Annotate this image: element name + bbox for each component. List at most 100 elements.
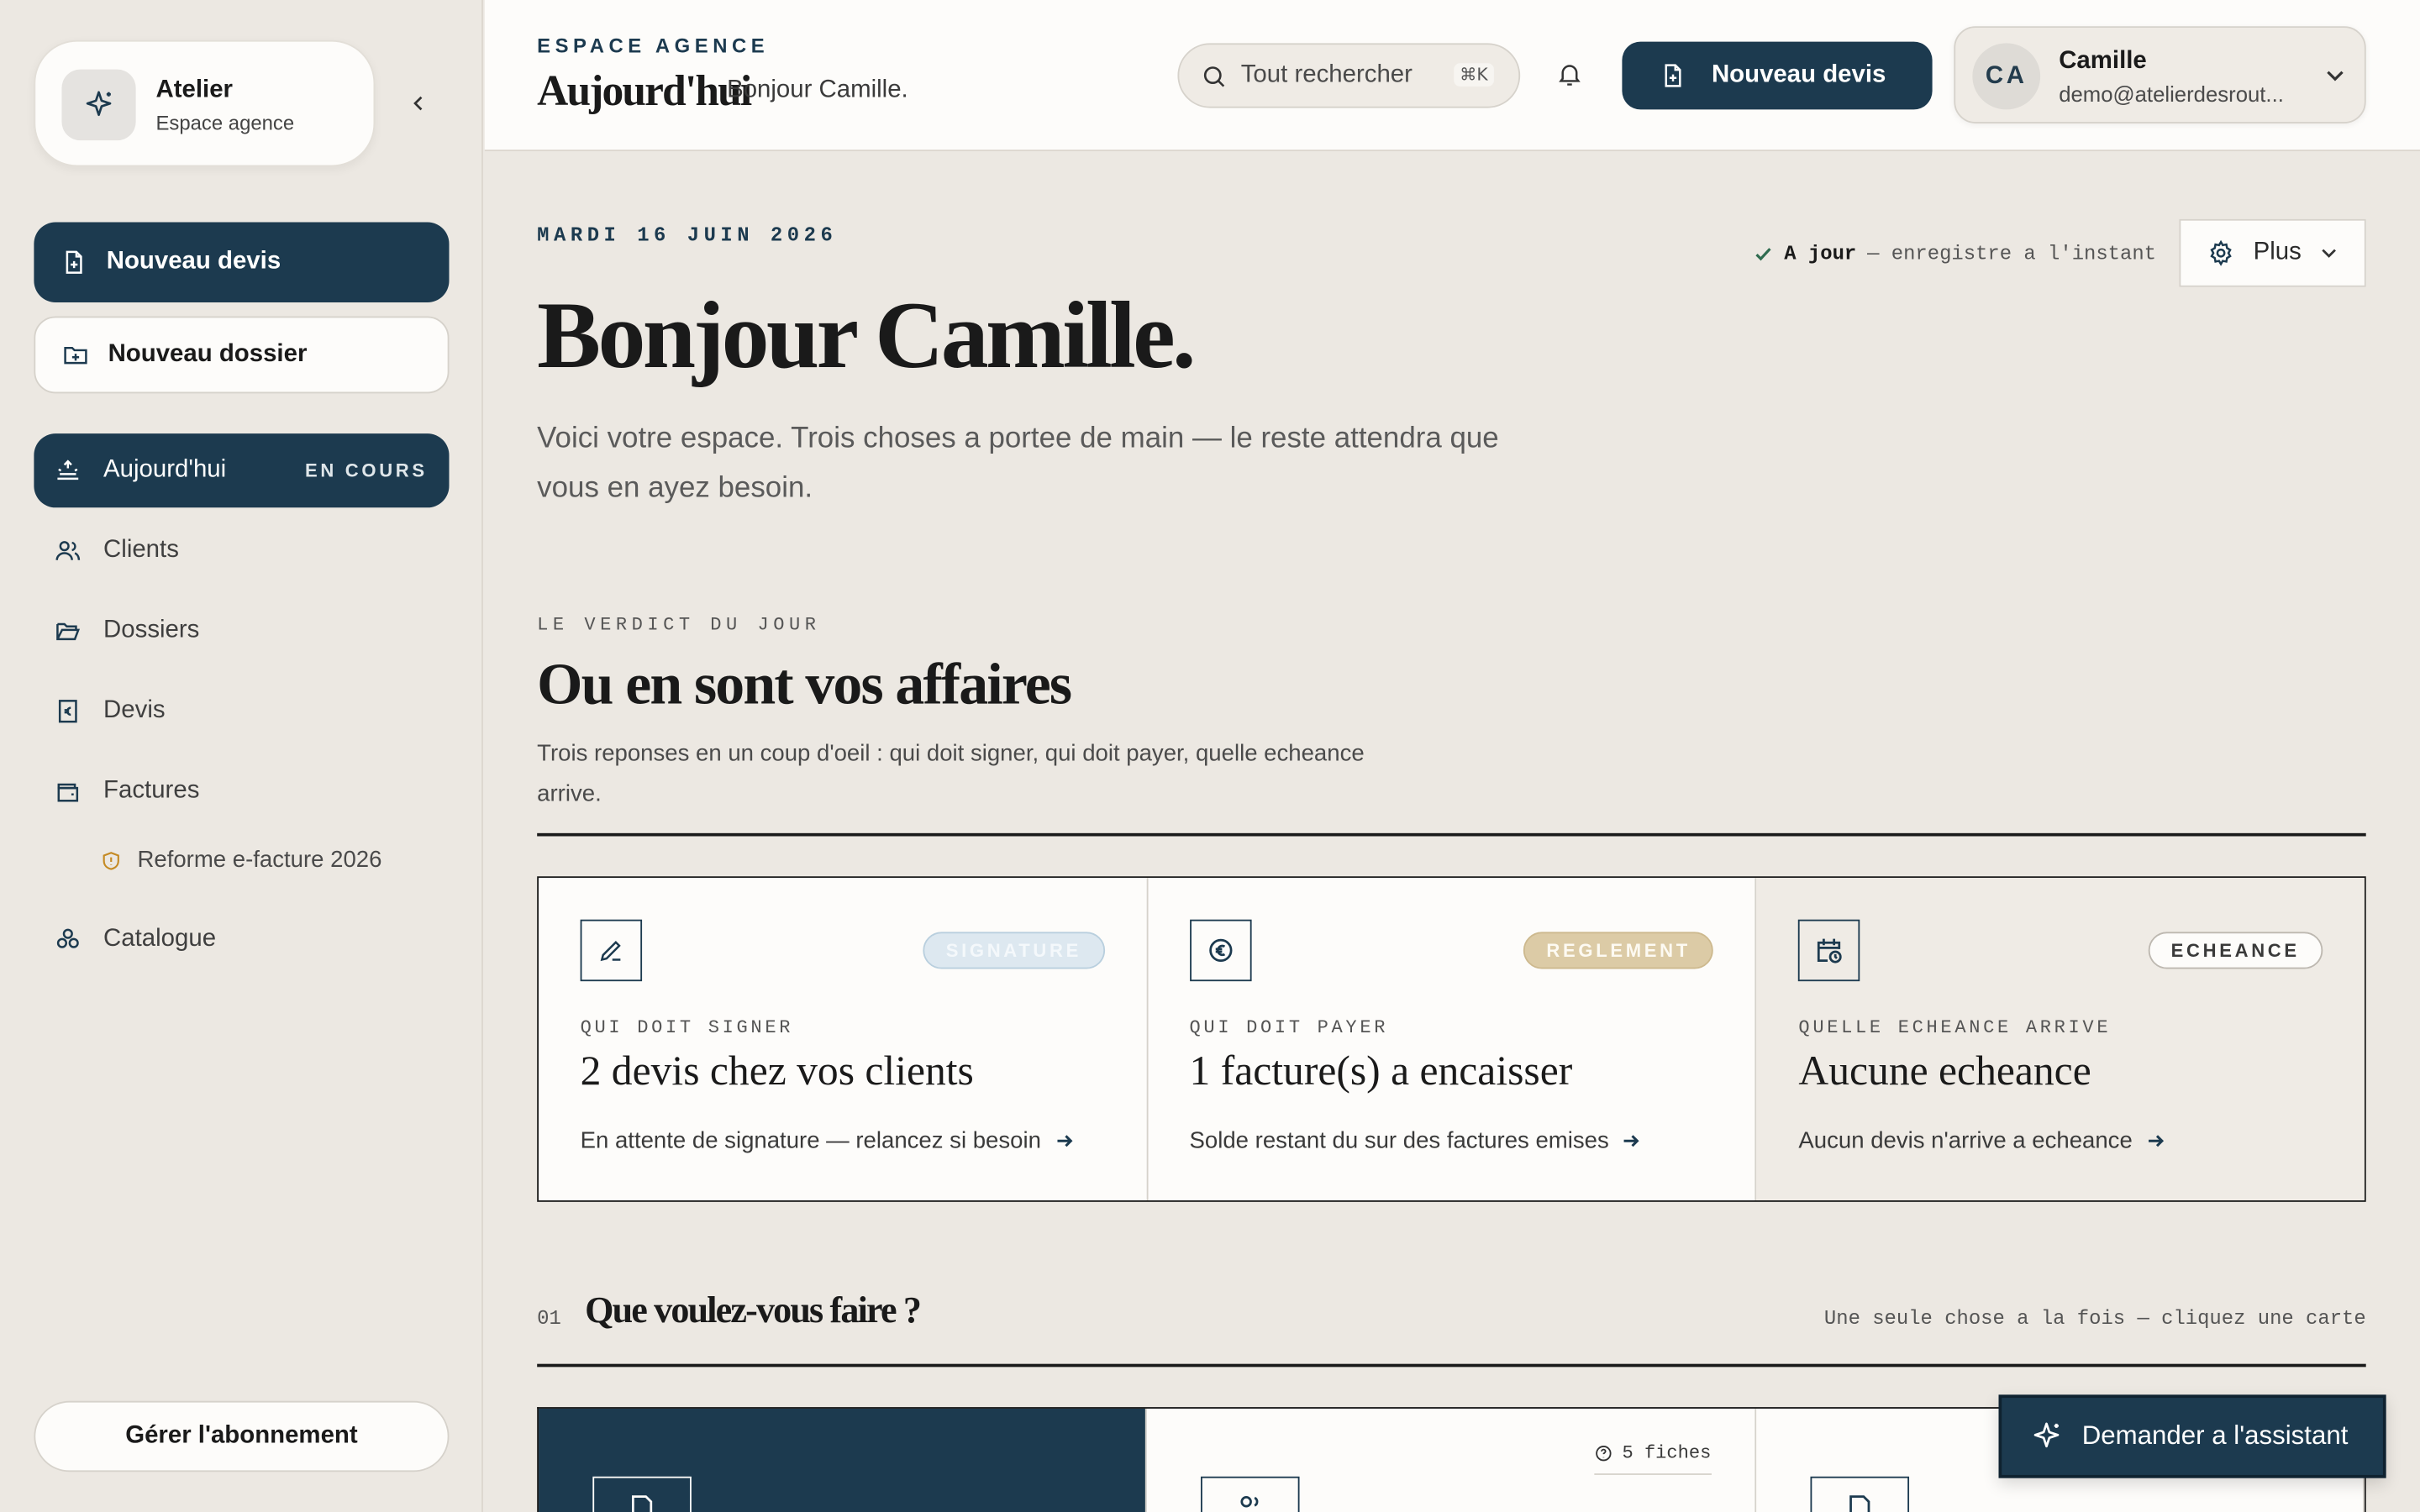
card-link[interactable]: En attente de signature — relancez si be…	[581, 1128, 1074, 1154]
euro-coin-icon	[1189, 919, 1251, 982]
card-link-label: Solde restant du sur des factures emises	[1189, 1127, 1609, 1154]
main-content: MARDI 16 JUIN 2026 A jour — enregistre a…	[485, 153, 2420, 1512]
pen-icon	[580, 919, 643, 982]
topbar: ESPACE AGENCE Aujourd'hui Bonjour Camill…	[484, 0, 2420, 152]
sidebar-item-folders[interactable]: Dossiers	[34, 594, 449, 668]
more-button[interactable]: Plus	[2179, 218, 2366, 287]
divider	[537, 832, 2366, 837]
help-circle-icon	[1596, 1446, 1612, 1462]
action-card-clients[interactable]: 5 fiches	[1147, 1408, 1756, 1512]
hero-lead: Voici votre espace. Trois choses a porte…	[537, 423, 1499, 505]
brand-subtitle: Espace agence	[155, 111, 295, 134]
sidebar-item-einvoice-reform[interactable]: Reforme e-facture 2026	[100, 847, 382, 874]
collapse-sidebar-button[interactable]	[404, 90, 432, 118]
status-badge: SIGNATURE	[923, 932, 1105, 969]
divider	[537, 1363, 2366, 1368]
current-date: MARDI 16 JUIN 2026	[537, 223, 838, 247]
sparkle-icon	[2033, 1422, 2060, 1448]
wallet-icon	[57, 783, 79, 802]
card-link-label: Aucun devis n'arrive a echeance	[1798, 1127, 2133, 1154]
sidebar-item-quotes[interactable]: Devis	[34, 675, 449, 748]
sidebar-item-label: Devis	[103, 697, 166, 724]
step-hint: Une seule chose a la fois — cliquez une …	[1823, 1306, 2366, 1331]
card-link[interactable]: Aucun devis n'arrive a echeance	[1798, 1128, 2165, 1154]
verdict-description: Trois reponses en un coup d'oeil : qui d…	[537, 740, 1365, 807]
new-folder-label: Nouveau dossier	[108, 340, 308, 368]
new-quote-button[interactable]: Nouveau devis	[34, 222, 450, 303]
users-icon	[1201, 1476, 1301, 1512]
sparkle-icon	[61, 69, 136, 141]
arrow-right-icon	[2148, 1135, 2164, 1147]
sidebar-item-catalog[interactable]: Catalogue	[34, 902, 449, 976]
verdict-cards: SIGNATURE QUI DOIT SIGNER 2 devis chez v…	[537, 876, 2366, 1202]
check-icon	[1755, 248, 1771, 261]
sidebar-item-today[interactable]: Aujourd'hui EN COURS	[34, 433, 450, 508]
brand-title: Atelier	[155, 76, 233, 104]
search-shortcut: ⌘K	[1453, 63, 1494, 87]
sidebar-item-invoices[interactable]: Factures	[34, 754, 449, 828]
arrow-right-icon	[1624, 1135, 1640, 1147]
card-link-label: En attente de signature — relancez si be…	[580, 1127, 1041, 1154]
ask-assistant-label: Demander a l'assistant	[2081, 1420, 2349, 1451]
card-title: 1 facture(s) a encaisser	[1189, 1047, 1573, 1095]
new-quote-label: Nouveau devis	[1711, 61, 1886, 88]
card-link[interactable]: Solde restant du sur des factures emises	[1190, 1128, 1642, 1154]
boxes-icon	[56, 928, 79, 948]
card-title: Aucune echeance	[1798, 1047, 2091, 1095]
sunrise-icon	[57, 459, 79, 480]
card-payment[interactable]: REGLEMENT QUI DOIT PAYER 1 facture(s) a …	[1147, 878, 1757, 1200]
user-email: demo@atelierdesrout...	[2059, 81, 2284, 107]
bell-icon	[1559, 65, 1581, 86]
user-menu[interactable]: CA Camille demo@atelierdesrout...	[1954, 26, 2366, 123]
status-badge: EN COURS	[305, 459, 428, 482]
step-heading: Que voulez-vous faire ?	[585, 1291, 922, 1332]
card-deadline[interactable]: ECHEANCE QUELLE ECHEANCE ARRIVE Aucune e…	[1756, 878, 2365, 1200]
folder-open-icon	[56, 622, 81, 641]
save-status: A jour — enregistre a l'instant	[1754, 242, 2156, 265]
sidebar: Atelier Espace agence Nouveau devis Nouv…	[0, 0, 483, 1512]
more-label: Plus	[2253, 239, 2302, 265]
page-title: Aujourd'hui	[537, 67, 752, 116]
sidebar-item-label: Reforme e-facture 2026	[137, 847, 382, 874]
sidebar-item-label: Aujourd'hui	[103, 456, 227, 483]
status-badge: REGLEMENT	[1523, 932, 1714, 969]
greeting: Bonjour Camille.	[727, 76, 908, 104]
notifications-button[interactable]	[1555, 59, 1586, 92]
search-icon	[1203, 66, 1225, 87]
verdict-heading: Ou en sont vos affaires	[537, 652, 1072, 718]
arrow-right-icon	[1056, 1135, 1072, 1147]
sidebar-item-clients[interactable]: Clients	[34, 514, 449, 588]
section-eyebrow: ESPACE AGENCE	[537, 34, 770, 57]
new-folder-button[interactable]: Nouveau dossier	[34, 316, 450, 394]
card-title: 2 devis chez vos clients	[580, 1047, 974, 1095]
app: Atelier Espace agence Nouveau devis Nouv…	[0, 0, 2420, 1512]
avatar: CA	[1972, 43, 2041, 110]
action-card-quote[interactable]	[539, 1408, 1148, 1512]
chevron-left-icon	[413, 96, 423, 111]
calendar-clock-icon	[1798, 919, 1860, 982]
card-kicker: QUELLE ECHEANCE ARRIVE	[1798, 1016, 2112, 1039]
search-placeholder: Tout rechercher	[1240, 61, 1413, 88]
user-name: Camille	[2059, 47, 2147, 75]
card-signature[interactable]: SIGNATURE QUI DOIT SIGNER 2 devis chez v…	[539, 878, 1148, 1200]
chevron-down-icon	[2327, 71, 2344, 81]
workspace-switcher[interactable]: Atelier Espace agence	[34, 39, 376, 167]
sidebar-item-label: Catalogue	[103, 926, 217, 953]
shield-alert-icon	[103, 851, 119, 869]
hero-heading: Bonjour Camille.	[537, 283, 1196, 389]
euro-doc-icon	[58, 700, 77, 723]
users-icon	[55, 541, 81, 560]
new-quote-top-button[interactable]: Nouveau devis	[1622, 41, 1933, 110]
verdict-kicker: LE VERDICT DU JOUR	[537, 614, 821, 636]
fiches-count: 5 fiches	[1594, 1442, 1712, 1475]
save-status-label: A jour	[1784, 242, 1857, 265]
card-kicker: QUI DOIT SIGNER	[580, 1016, 794, 1039]
search-input[interactable]: Tout rechercher ⌘K	[1177, 43, 1521, 108]
status-badge: ECHEANCE	[2148, 932, 2323, 969]
manage-subscription-button[interactable]: Gérer l'abonnement	[34, 1400, 450, 1473]
ask-assistant-button[interactable]: Demander a l'assistant	[1998, 1394, 2386, 1478]
save-status-detail: — enregistre a l'instant	[1867, 242, 2157, 265]
card-kicker: QUI DOIT PAYER	[1189, 1016, 1389, 1039]
sidebar-item-label: Clients	[103, 537, 179, 564]
sidebar-item-label: Factures	[103, 777, 200, 804]
